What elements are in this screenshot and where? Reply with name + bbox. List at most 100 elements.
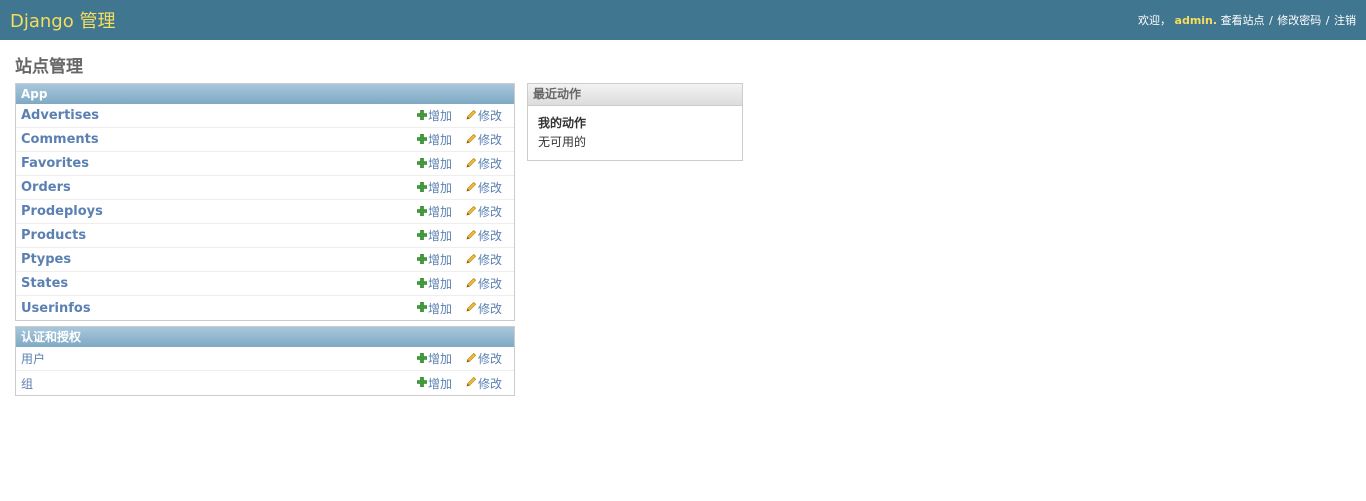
add-link[interactable]: 增加 bbox=[416, 107, 452, 124]
no-actions-text: 无可用的 bbox=[538, 135, 587, 149]
module-row: Favorites 增加 修改 bbox=[16, 152, 514, 176]
change-label: 修改 bbox=[477, 205, 502, 219]
app-module: App Advertises 增加 修改 Comments 增加 修改 Favorites 增… bbox=[15, 83, 515, 321]
change-link[interactable]: 修改 bbox=[466, 203, 502, 220]
module-row: Userinfos 增加 修改 bbox=[16, 296, 514, 320]
add-link[interactable]: 增加 bbox=[416, 155, 452, 172]
add-label: 增加 bbox=[427, 229, 452, 243]
change-link[interactable]: 修改 bbox=[466, 155, 502, 172]
model-link[interactable]: Orders bbox=[21, 180, 417, 195]
add-label: 增加 bbox=[427, 301, 452, 316]
module-row: Comments 增加 修改 bbox=[16, 128, 514, 152]
module-row: Ptypes 增加 修改 bbox=[16, 248, 514, 272]
add-label: 增加 bbox=[427, 376, 452, 391]
model-link[interactable]: Products bbox=[21, 228, 417, 243]
pencil-icon bbox=[466, 229, 477, 243]
add-link[interactable]: 增加 bbox=[416, 131, 452, 148]
my-actions-heading: 我的动作 bbox=[538, 116, 587, 130]
app-module-caption[interactable]: App bbox=[16, 84, 514, 104]
add-link[interactable]: 增加 bbox=[416, 251, 452, 268]
add-label: 增加 bbox=[427, 253, 452, 267]
page-title: 站点管理 bbox=[15, 57, 83, 77]
change-password-link[interactable]: 修改密码 bbox=[1277, 14, 1321, 27]
change-label: 修改 bbox=[477, 109, 502, 123]
add-label: 增加 bbox=[427, 157, 452, 171]
header-bar: Django 管理 欢迎， admin. 查看站点 / 修改密码 / 注销 bbox=[0, 0, 1366, 40]
pencil-icon bbox=[466, 352, 477, 366]
plus-icon bbox=[416, 181, 428, 195]
logout-link[interactable]: 注销 bbox=[1334, 14, 1356, 27]
username: admin. bbox=[1174, 14, 1218, 27]
content: 站点管理 App Advertises 增加 修改 Comments 增加 修改 Favor… bbox=[0, 40, 1366, 413]
model-link[interactable]: 用户 bbox=[21, 350, 417, 367]
add-label: 增加 bbox=[427, 352, 452, 366]
change-link[interactable]: 修改 bbox=[466, 179, 502, 196]
plus-icon bbox=[416, 205, 428, 219]
add-link[interactable]: 增加 bbox=[416, 179, 452, 196]
model-link[interactable]: Favorites bbox=[21, 156, 417, 171]
plus-icon bbox=[416, 301, 428, 315]
model-link[interactable]: Ptypes bbox=[21, 252, 417, 267]
add-label: 增加 bbox=[427, 109, 452, 123]
view-site-link[interactable]: 查看站点 bbox=[1221, 14, 1265, 27]
pencil-icon bbox=[466, 181, 477, 195]
model-link[interactable]: Comments bbox=[21, 132, 417, 147]
add-link[interactable]: 增加 bbox=[416, 300, 452, 317]
auth-module-caption[interactable]: 认证和授权 bbox=[16, 327, 514, 347]
add-label: 增加 bbox=[427, 133, 452, 147]
plus-icon bbox=[416, 157, 428, 171]
recent-actions-caption: 最近动作 bbox=[528, 84, 742, 106]
module-row: 用户 增加 修改 bbox=[16, 347, 514, 371]
pencil-icon bbox=[466, 301, 477, 315]
plus-icon bbox=[416, 133, 428, 147]
change-label: 修改 bbox=[477, 133, 502, 147]
change-label: 修改 bbox=[477, 157, 502, 171]
module-row: Orders 增加 修改 bbox=[16, 176, 514, 200]
change-link[interactable]: 修改 bbox=[466, 375, 502, 392]
plus-icon bbox=[416, 229, 428, 243]
add-link[interactable]: 增加 bbox=[416, 275, 452, 292]
auth-module: 认证和授权 用户 增加 修改组增加 修改 bbox=[15, 326, 515, 396]
pencil-icon bbox=[466, 157, 477, 171]
change-link[interactable]: 修改 bbox=[466, 300, 502, 317]
add-label: 增加 bbox=[427, 205, 452, 219]
separator: / bbox=[1325, 14, 1330, 27]
change-link[interactable]: 修改 bbox=[466, 107, 502, 124]
change-link[interactable]: 修改 bbox=[466, 275, 502, 292]
module-row: 组增加 修改 bbox=[16, 371, 514, 395]
change-label: 修改 bbox=[477, 277, 502, 291]
add-link[interactable]: 增加 bbox=[416, 227, 452, 244]
plus-icon bbox=[416, 352, 428, 366]
pencil-icon bbox=[466, 277, 477, 291]
change-label: 修改 bbox=[477, 352, 502, 366]
model-link[interactable]: Prodeploys bbox=[21, 204, 417, 219]
change-link[interactable]: 修改 bbox=[466, 350, 502, 367]
change-link[interactable]: 修改 bbox=[466, 131, 502, 148]
recent-actions-panel: 最近动作 我的动作 无可用的 bbox=[527, 83, 743, 161]
plus-icon bbox=[416, 109, 428, 123]
pencil-icon bbox=[466, 109, 477, 123]
module-row: Products 增加 修改 bbox=[16, 224, 514, 248]
change-label: 修改 bbox=[477, 301, 502, 316]
content-main: App Advertises 增加 修改 Comments 增加 修改 Favorites 增… bbox=[15, 83, 515, 401]
add-link[interactable]: 增加 bbox=[416, 375, 452, 392]
model-link[interactable]: Advertises bbox=[21, 108, 417, 123]
change-label: 修改 bbox=[477, 181, 502, 195]
plus-icon bbox=[416, 277, 428, 291]
model-link[interactable]: Userinfos bbox=[21, 301, 417, 316]
branding-link[interactable]: Django 管理 bbox=[10, 7, 115, 33]
welcome-text: 欢迎， bbox=[1138, 14, 1172, 27]
pencil-icon bbox=[466, 205, 477, 219]
change-link[interactable]: 修改 bbox=[466, 227, 502, 244]
separator: / bbox=[1269, 14, 1273, 27]
plus-icon bbox=[416, 376, 428, 390]
change-label: 修改 bbox=[477, 253, 502, 267]
model-link[interactable]: States bbox=[21, 276, 417, 291]
pencil-icon bbox=[466, 133, 477, 147]
pencil-icon bbox=[466, 376, 477, 390]
model-link[interactable]: 组 bbox=[21, 375, 417, 392]
change-label: 修改 bbox=[477, 376, 502, 391]
add-link[interactable]: 增加 bbox=[416, 350, 452, 367]
add-link[interactable]: 增加 bbox=[416, 203, 452, 220]
change-link[interactable]: 修改 bbox=[466, 251, 502, 268]
